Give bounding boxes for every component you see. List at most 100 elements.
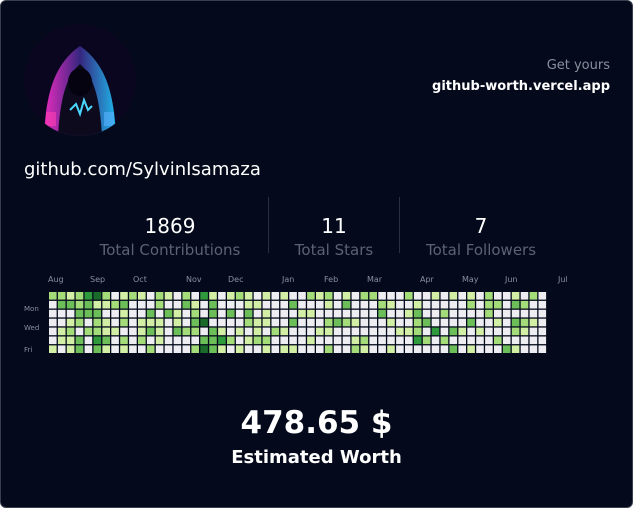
contribution-day-cell (244, 300, 253, 309)
contribution-day-cell (405, 336, 413, 345)
contribution-day-cell (235, 292, 244, 300)
contribution-day-cell (129, 300, 137, 309)
contribution-day-cell (333, 336, 342, 345)
contribution-day-cell (191, 327, 199, 336)
contribution-day-cell (271, 336, 280, 345)
contribution-day-cell (280, 345, 288, 353)
contribution-day-cell (271, 309, 280, 318)
contribution-day-cell (502, 318, 511, 327)
contribution-day-cell (307, 309, 315, 318)
contribution-day-cell (405, 345, 413, 353)
contribution-day-cell (413, 336, 422, 345)
contribution-day-cell (235, 309, 244, 318)
contribution-day-cell (289, 345, 297, 353)
contribution-day-cell (476, 327, 484, 336)
contribution-day-cell (485, 292, 493, 300)
contribution-day-cell (289, 336, 297, 345)
contribution-day-cell (467, 327, 475, 336)
contribution-day-cell (511, 327, 520, 336)
contribution-day-cell (360, 345, 369, 353)
contribution-day-cell (324, 336, 333, 345)
contribution-day-cell (316, 309, 324, 318)
contribution-day-cell (351, 292, 360, 300)
contribution-day-cell (485, 318, 493, 327)
contribution-day-cell (120, 309, 128, 318)
contribution-day-cell (413, 318, 422, 327)
contribution-day-cell (75, 300, 84, 309)
contribution-day-cell (138, 309, 146, 318)
contribution-day-cell (218, 345, 226, 353)
contribution-day-cell (529, 336, 538, 345)
contribution-day-cell (440, 309, 449, 318)
contribution-day-cell (49, 318, 57, 327)
contribution-day-cell (66, 300, 75, 309)
contribution-day-cell (360, 292, 369, 300)
contribution-day-cell (262, 309, 271, 318)
contribution-day-cell (173, 327, 182, 336)
contribution-day-cell (316, 292, 324, 300)
contribution-day-cell (129, 309, 137, 318)
contribution-day-cell (280, 292, 288, 300)
contribution-day-cell (75, 345, 84, 353)
contribution-day-cell (502, 336, 511, 345)
contribution-day-cell (360, 336, 369, 345)
contribution-day-cell (360, 300, 369, 309)
contribution-day-cell (333, 309, 342, 318)
contribution-day-cell (298, 345, 306, 353)
contribution-day-cell (253, 309, 262, 318)
contribution-day-cell (280, 336, 288, 345)
contribution-day-cell (324, 345, 333, 353)
contribution-day-cell (396, 318, 404, 327)
contribution-day-cell (57, 292, 66, 300)
contribution-day-cell (360, 318, 369, 327)
contribution-day-cell (520, 318, 529, 327)
contribution-day-cell (289, 318, 297, 327)
contribution-day-cell (155, 318, 164, 327)
contribution-day-cell (209, 292, 217, 300)
contribution-day-cell (271, 345, 280, 353)
contribution-day-cell (146, 336, 155, 345)
contribution-day-cell (235, 318, 244, 327)
github-worth-card: Get yours github-worth.vercel.app github… (0, 0, 633, 508)
contribution-day-cell (200, 327, 208, 336)
contribution-day-cell (316, 327, 324, 336)
contribution-day-cell (93, 318, 102, 327)
contribution-day-cell (129, 327, 137, 336)
contribution-day-cell (520, 300, 529, 309)
contribution-day-cell (431, 345, 440, 353)
contribution-day-cell (538, 300, 547, 309)
contribution-day-cell (476, 345, 484, 353)
contribution-day-cell (316, 300, 324, 309)
contribution-day-cell (529, 300, 538, 309)
contribution-day-cell (120, 292, 128, 300)
contribution-day-cell (494, 309, 502, 318)
contribution-day-cell (387, 300, 395, 309)
contribution-day-cell (529, 345, 538, 353)
contribution-day-cell (405, 292, 413, 300)
contribution-day-cell (387, 336, 395, 345)
contribution-day-cell (84, 292, 93, 300)
contribution-day-cell (209, 327, 217, 336)
contribution-day-cell (155, 345, 164, 353)
contribution-day-cell (49, 309, 57, 318)
estimated-worth-value: 478.65 $ (240, 405, 393, 441)
contribution-day-cell (200, 318, 208, 327)
contribution-day-cell (422, 336, 431, 345)
contribution-day-cell (494, 292, 502, 300)
contribution-day-cell (209, 309, 217, 318)
contribution-day-cell (360, 327, 369, 336)
contribution-day-cell (538, 327, 547, 336)
contribution-day-cell (235, 336, 244, 345)
contribution-day-cell (502, 345, 511, 353)
contribution-day-cell (520, 336, 529, 345)
contribution-day-cell (307, 292, 315, 300)
contribution-day-cell (173, 309, 182, 318)
contribution-day-cell (511, 292, 520, 300)
contribution-day-cell (289, 309, 297, 318)
contribution-day-cell (298, 336, 306, 345)
contribution-day-cell (244, 309, 253, 318)
contribution-day-cell (129, 345, 137, 353)
contribution-day-cell (253, 336, 262, 345)
contribution-day-cell (422, 300, 431, 309)
contribution-day-cell (476, 318, 484, 327)
